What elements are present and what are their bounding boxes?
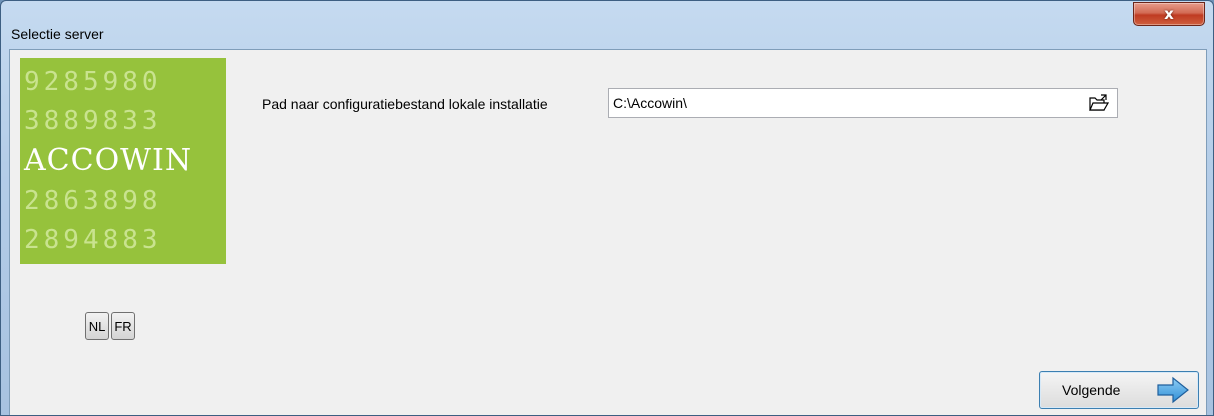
window-title: Selectie server [11,26,104,42]
open-folder-icon [1089,94,1109,111]
dialog-body: 9285980 3889833 ACCOWIN 2863898 2894883 … [9,49,1207,415]
title-bar[interactable]: Selectie server x [1,1,1213,49]
config-path-input[interactable] [608,88,1118,118]
language-nl-button[interactable]: NL [85,312,109,340]
logo-digit-row: 2863898 [24,185,162,216]
logo-digit-row: 3889833 [24,106,162,137]
config-path-label: Pad naar configuratiebestand lokale inst… [262,96,548,112]
browse-button[interactable] [1083,91,1115,115]
logo-digit-row: 9285980 [24,66,162,97]
language-fr-button[interactable]: FR [111,312,135,340]
dialog-window: Selectie server x 9285980 3889833 ACCOWI… [0,0,1214,416]
close-button[interactable]: x [1133,2,1205,26]
next-button[interactable]: Volgende [1039,371,1199,409]
logo-brand-text: ACCOWIN [24,142,193,178]
arrow-right-icon [1157,376,1189,404]
logo-digit-row: 2894883 [24,225,162,256]
accowin-logo: 9285980 3889833 ACCOWIN 2863898 2894883 [20,58,226,264]
close-icon: x [1164,5,1174,23]
next-button-label: Volgende [1062,382,1121,398]
